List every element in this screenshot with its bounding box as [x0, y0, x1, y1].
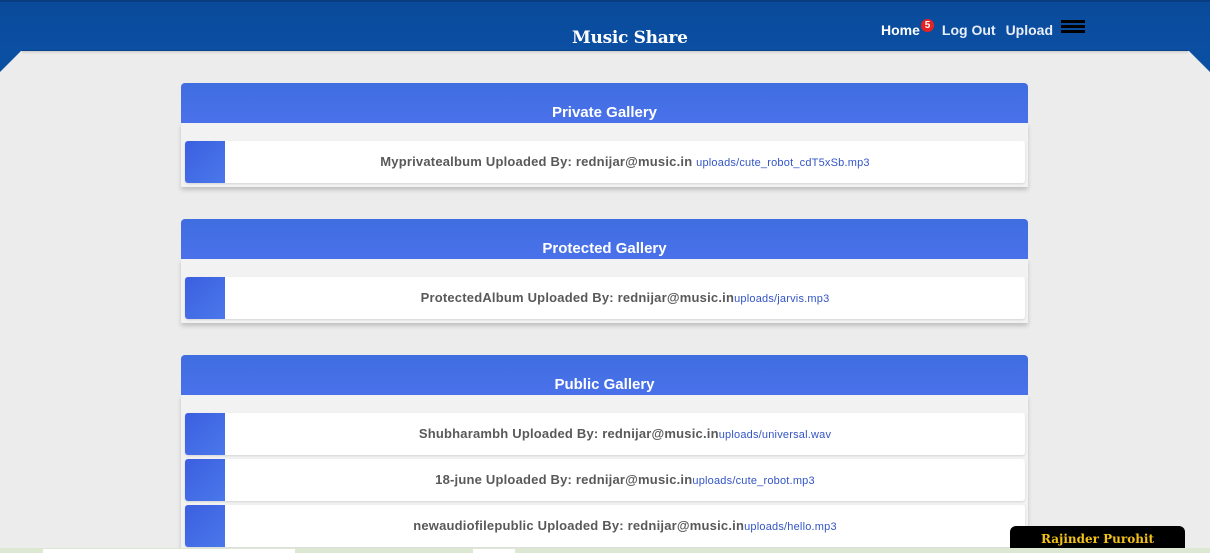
- album-info: 18-june Uploaded By: rednijar@music.in: [435, 472, 693, 487]
- album-thumbnail: [185, 505, 225, 547]
- item-text: newaudiofilepublic Uploaded By: rednijar…: [225, 518, 1025, 533]
- file-link[interactable]: uploads/jarvis.mp3: [734, 293, 829, 305]
- album-thumbnail: [185, 413, 225, 455]
- hamburger-menu-icon[interactable]: [1061, 20, 1085, 34]
- file-link[interactable]: uploads/universal.wav: [719, 429, 831, 441]
- header-shadow: [22, 50, 1188, 54]
- list-item[interactable]: ProtectedAlbum Uploaded By: rednijar@mus…: [185, 277, 1025, 319]
- nav-home-label: Home: [881, 22, 920, 38]
- gallery-title: Private Gallery: [181, 83, 1028, 123]
- notification-badge: 5: [921, 19, 934, 32]
- public-gallery: Public Gallery Shubharambh Uploaded By: …: [181, 355, 1028, 551]
- item-text: Myprivatealbum Uploaded By: rednijar@mus…: [225, 154, 1025, 169]
- bottom-strip: [0, 548, 1210, 553]
- album-thumbnail: [185, 277, 225, 319]
- album-thumbnail: [185, 459, 225, 501]
- list-item[interactable]: Myprivatealbum Uploaded By: rednijar@mus…: [185, 141, 1025, 183]
- gallery-list: Shubharambh Uploaded By: rednijar@music.…: [181, 395, 1028, 551]
- gallery-title: Public Gallery: [181, 355, 1028, 395]
- private-gallery: Private Gallery Myprivatealbum Uploaded …: [181, 83, 1028, 187]
- album-thumbnail: [185, 141, 225, 183]
- header-wing-left: [0, 50, 22, 72]
- album-info: ProtectedAlbum Uploaded By: rednijar@mus…: [420, 290, 735, 305]
- item-text: Shubharambh Uploaded By: rednijar@music.…: [225, 426, 1025, 441]
- gallery-list: ProtectedAlbum Uploaded By: rednijar@mus…: [181, 259, 1028, 323]
- item-text: ProtectedAlbum Uploaded By: rednijar@mus…: [225, 290, 1025, 305]
- list-item[interactable]: 18-june Uploaded By: rednijar@music.inup…: [185, 459, 1025, 501]
- list-item[interactable]: newaudiofilepublic Uploaded By: rednijar…: [185, 505, 1025, 547]
- gallery-list: Myprivatealbum Uploaded By: rednijar@mus…: [181, 123, 1028, 187]
- album-info: Myprivatealbum Uploaded By: rednijar@mus…: [380, 154, 697, 169]
- protected-gallery: Protected Gallery ProtectedAlbum Uploade…: [181, 219, 1028, 323]
- item-text: 18-june Uploaded By: rednijar@music.inup…: [225, 472, 1025, 487]
- nav-upload-link[interactable]: Upload: [1006, 22, 1053, 38]
- bottom-strip-block: [43, 549, 295, 553]
- album-info: newaudiofilepublic Uploaded By: rednijar…: [413, 518, 745, 533]
- album-info: Shubharambh Uploaded By: rednijar@music.…: [418, 426, 719, 441]
- header-wing-right: [1188, 50, 1210, 72]
- main-nav: Home 5 Log Out Upload: [881, 19, 1053, 38]
- brand-title[interactable]: Music Share: [572, 28, 688, 48]
- bottom-strip-block: [473, 549, 515, 553]
- file-link[interactable]: uploads/cute_robot.mp3: [692, 475, 814, 487]
- nav-home-link[interactable]: Home 5: [881, 19, 934, 38]
- nav-logout-link[interactable]: Log Out: [942, 22, 996, 38]
- list-item[interactable]: Shubharambh Uploaded By: rednijar@music.…: [185, 413, 1025, 455]
- file-link[interactable]: uploads/hello.mp3: [744, 521, 837, 533]
- gallery-title: Protected Gallery: [181, 219, 1028, 259]
- file-link[interactable]: uploads/cute_robot_cdT5xSb.mp3: [696, 157, 870, 169]
